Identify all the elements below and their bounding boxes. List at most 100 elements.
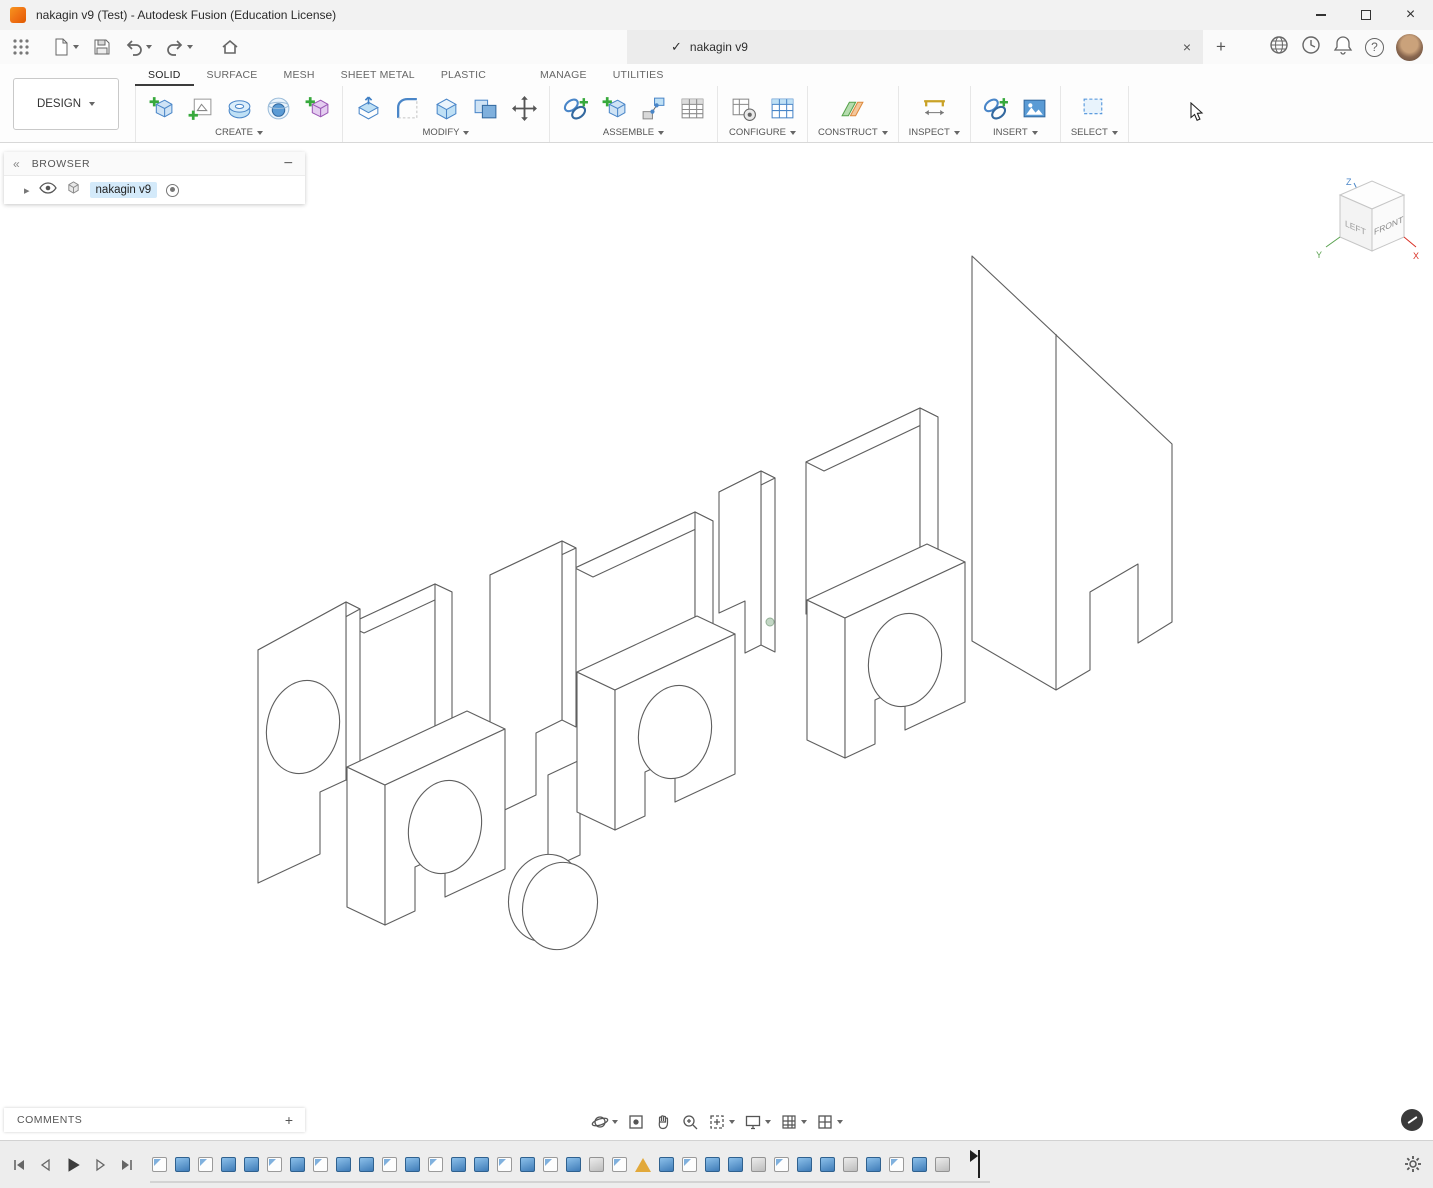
model-viewport[interactable]: BROWSER nakagin v9 Z LEFT FRONT X (0, 143, 1433, 1140)
select-group-dropdown[interactable]: SELECT (1071, 127, 1118, 138)
timeline-sketch-icon[interactable] (313, 1157, 328, 1172)
timeline-warning-icon[interactable] (635, 1158, 651, 1172)
timeline-sketch-icon[interactable] (497, 1157, 512, 1172)
timeline-feature-icon[interactable] (728, 1157, 743, 1172)
capsule-module-2[interactable] (490, 512, 735, 958)
step-forward-button[interactable] (91, 1156, 109, 1174)
workspace-selector[interactable]: DESIGN (13, 78, 119, 130)
fit-view-button[interactable] (708, 1113, 735, 1131)
insert-canvas-icon[interactable] (1020, 93, 1050, 123)
timeline-sketch-icon[interactable] (198, 1157, 213, 1172)
timeline-feature-icon[interactable] (451, 1157, 466, 1172)
grid-snap-button[interactable] (780, 1113, 807, 1131)
timeline-scrub-track[interactable] (150, 1181, 990, 1183)
construct-group-dropdown[interactable]: CONSTRUCT (818, 127, 888, 138)
timeline-feature-icon[interactable] (820, 1157, 835, 1172)
tab-surface[interactable]: SURFACE (194, 64, 271, 86)
timeline-sketch-icon[interactable] (267, 1157, 282, 1172)
notifications-bell-icon[interactable] (1333, 35, 1353, 60)
timeline-feature-icon[interactable] (244, 1157, 259, 1172)
avatar[interactable] (1396, 34, 1423, 61)
press-pull-icon[interactable] (353, 93, 383, 123)
step-back-button[interactable] (37, 1156, 55, 1174)
close-tab-icon[interactable] (1183, 39, 1191, 55)
inspect-group-dropdown[interactable]: INSPECT (909, 127, 960, 138)
timeline-feature-icon[interactable] (566, 1157, 581, 1172)
minimize-panel-icon[interactable] (284, 155, 293, 173)
tab-plastic[interactable]: PLASTIC (428, 64, 499, 86)
configure-group-dropdown[interactable]: CONFIGURE (729, 127, 796, 138)
comments-bar[interactable]: COMMENTS (4, 1108, 305, 1132)
timeline-sketch-icon[interactable] (543, 1157, 558, 1172)
create-sketch-icon[interactable] (185, 93, 215, 123)
timeline-feature-icon[interactable] (474, 1157, 489, 1172)
origin-point[interactable] (766, 618, 774, 626)
close-button[interactable] (1388, 0, 1433, 30)
timeline-feature-icon[interactable] (221, 1157, 236, 1172)
timeline-sketch-icon[interactable] (428, 1157, 443, 1172)
sphere-icon[interactable] (263, 93, 293, 123)
configuration-table-icon[interactable] (767, 93, 797, 123)
tab-utilities[interactable]: UTILITIES (600, 64, 677, 86)
timeline-sketch-icon[interactable] (152, 1157, 167, 1172)
save-button[interactable] (89, 34, 115, 60)
home-button[interactable] (217, 34, 243, 60)
help-icon[interactable] (1365, 38, 1384, 57)
model-3d[interactable] (0, 143, 1433, 1140)
extensions-globe-icon[interactable] (1269, 35, 1289, 60)
new-component-icon[interactable] (146, 93, 176, 123)
job-status-icon[interactable] (1301, 35, 1321, 60)
browser-item-label[interactable]: nakagin v9 (90, 182, 158, 198)
timeline-feature-icon[interactable] (866, 1157, 881, 1172)
browser-root-row[interactable]: nakagin v9 (4, 176, 305, 204)
timeline-feature-icon[interactable] (705, 1157, 720, 1172)
view-cube[interactable]: Z LEFT FRONT X Y (1310, 173, 1420, 278)
tab-mesh[interactable]: MESH (271, 64, 328, 86)
timeline-sketch-icon[interactable] (382, 1157, 397, 1172)
timeline-feature-icon[interactable] (290, 1157, 305, 1172)
insert-link-icon[interactable] (981, 93, 1011, 123)
collapse-panel-icon[interactable] (13, 155, 20, 173)
timeline-sketch-icon[interactable] (889, 1157, 904, 1172)
pan-hand-button[interactable] (654, 1113, 672, 1131)
fillet-icon[interactable] (392, 93, 422, 123)
timeline-feature-icon[interactable] (175, 1157, 190, 1172)
new-tab-button[interactable] (1216, 30, 1226, 64)
configure-icon[interactable] (728, 93, 758, 123)
tab-manage[interactable]: MANAGE (527, 64, 600, 86)
tab-solid[interactable]: SOLID (135, 64, 194, 86)
play-button[interactable] (64, 1156, 82, 1174)
timeline-sketch-icon[interactable] (774, 1157, 789, 1172)
tower-module[interactable] (972, 256, 1172, 690)
timeline-settings-gear-icon[interactable] (1403, 1154, 1423, 1179)
measure-icon[interactable] (919, 93, 949, 123)
status-badge[interactable] (1401, 1109, 1423, 1131)
visibility-eye-icon[interactable] (39, 181, 57, 199)
skip-to-start-button[interactable] (10, 1156, 28, 1174)
assemble-group-dropdown[interactable]: ASSEMBLE (603, 127, 664, 138)
skip-to-end-button[interactable] (118, 1156, 136, 1174)
select-tool-icon[interactable] (1079, 93, 1109, 123)
capsule-module-3[interactable] (719, 408, 965, 758)
viewports-button[interactable] (816, 1113, 843, 1131)
construct-plane-icon[interactable] (838, 93, 868, 123)
revolve-icon[interactable] (224, 93, 254, 123)
timeline-feature-icon[interactable] (520, 1157, 535, 1172)
display-settings-button[interactable] (744, 1113, 771, 1131)
app-grid-icon[interactable] (8, 34, 34, 60)
combine-icon[interactable] (470, 93, 500, 123)
timeline-feature-icon[interactable] (359, 1157, 374, 1172)
timeline-sketch-icon[interactable] (612, 1157, 627, 1172)
timeline-playhead[interactable] (978, 1150, 980, 1178)
timeline-modify-icon[interactable] (751, 1157, 766, 1172)
timeline-sketch-icon[interactable] (682, 1157, 697, 1172)
document-tab[interactable]: nakagin v9 (627, 30, 1203, 64)
timeline-feature-icon[interactable] (405, 1157, 420, 1172)
timeline-feature-icon[interactable] (797, 1157, 812, 1172)
capsule-module-1[interactable] (258, 584, 505, 925)
undo-button[interactable] (121, 34, 156, 60)
timeline-modify-icon[interactable] (843, 1157, 858, 1172)
add-comment-icon[interactable] (285, 1112, 293, 1128)
redo-button[interactable] (162, 34, 197, 60)
activate-component-radio[interactable] (166, 184, 179, 197)
